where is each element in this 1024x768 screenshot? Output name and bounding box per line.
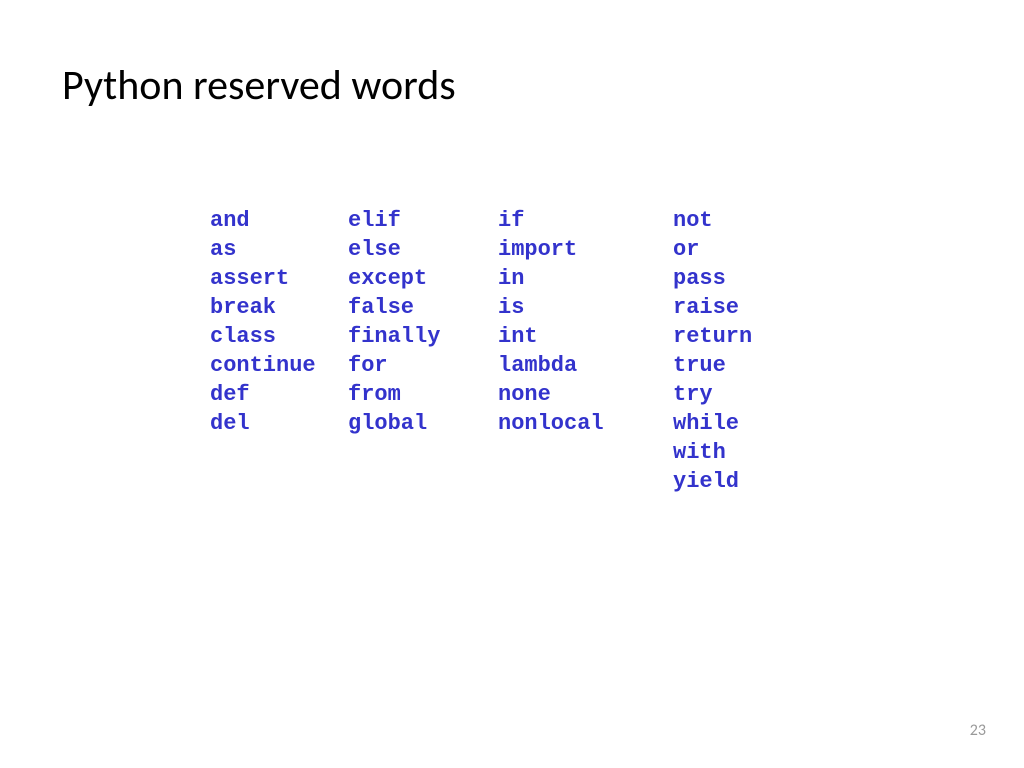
keyword: continue xyxy=(210,351,348,380)
keyword: try xyxy=(673,380,813,409)
keyword: except xyxy=(348,264,498,293)
keyword: raise xyxy=(673,293,813,322)
slide-title: Python reserved words xyxy=(0,0,1024,111)
keyword: elif xyxy=(348,206,498,235)
keyword: lambda xyxy=(498,351,673,380)
keyword: true xyxy=(673,351,813,380)
keyword: is xyxy=(498,293,673,322)
keyword-column-3: if import in is int lambda none nonlocal xyxy=(498,206,673,496)
keyword: and xyxy=(210,206,348,235)
keyword: none xyxy=(498,380,673,409)
keyword: assert xyxy=(210,264,348,293)
keyword: def xyxy=(210,380,348,409)
keyword: return xyxy=(673,322,813,351)
keyword: pass xyxy=(673,264,813,293)
keyword: while xyxy=(673,409,813,438)
keyword: for xyxy=(348,351,498,380)
keyword: yield xyxy=(673,467,813,496)
page-number: 23 xyxy=(970,721,986,740)
keyword-column-1: and as assert break class continue def d… xyxy=(210,206,348,496)
keywords-container: and as assert break class continue def d… xyxy=(0,111,1024,496)
keyword: nonlocal xyxy=(498,409,673,438)
keyword-column-2: elif else except false finally for from … xyxy=(348,206,498,496)
keyword: del xyxy=(210,409,348,438)
keyword: else xyxy=(348,235,498,264)
keyword: if xyxy=(498,206,673,235)
keyword: as xyxy=(210,235,348,264)
keyword: not xyxy=(673,206,813,235)
keyword: break xyxy=(210,293,348,322)
keyword: class xyxy=(210,322,348,351)
keyword: false xyxy=(348,293,498,322)
keyword: from xyxy=(348,380,498,409)
keyword: import xyxy=(498,235,673,264)
keyword: finally xyxy=(348,322,498,351)
keyword: int xyxy=(498,322,673,351)
keyword: global xyxy=(348,409,498,438)
keyword-column-4: not or pass raise return true try while … xyxy=(673,206,813,496)
keyword: or xyxy=(673,235,813,264)
keyword: in xyxy=(498,264,673,293)
keyword: with xyxy=(673,438,813,467)
